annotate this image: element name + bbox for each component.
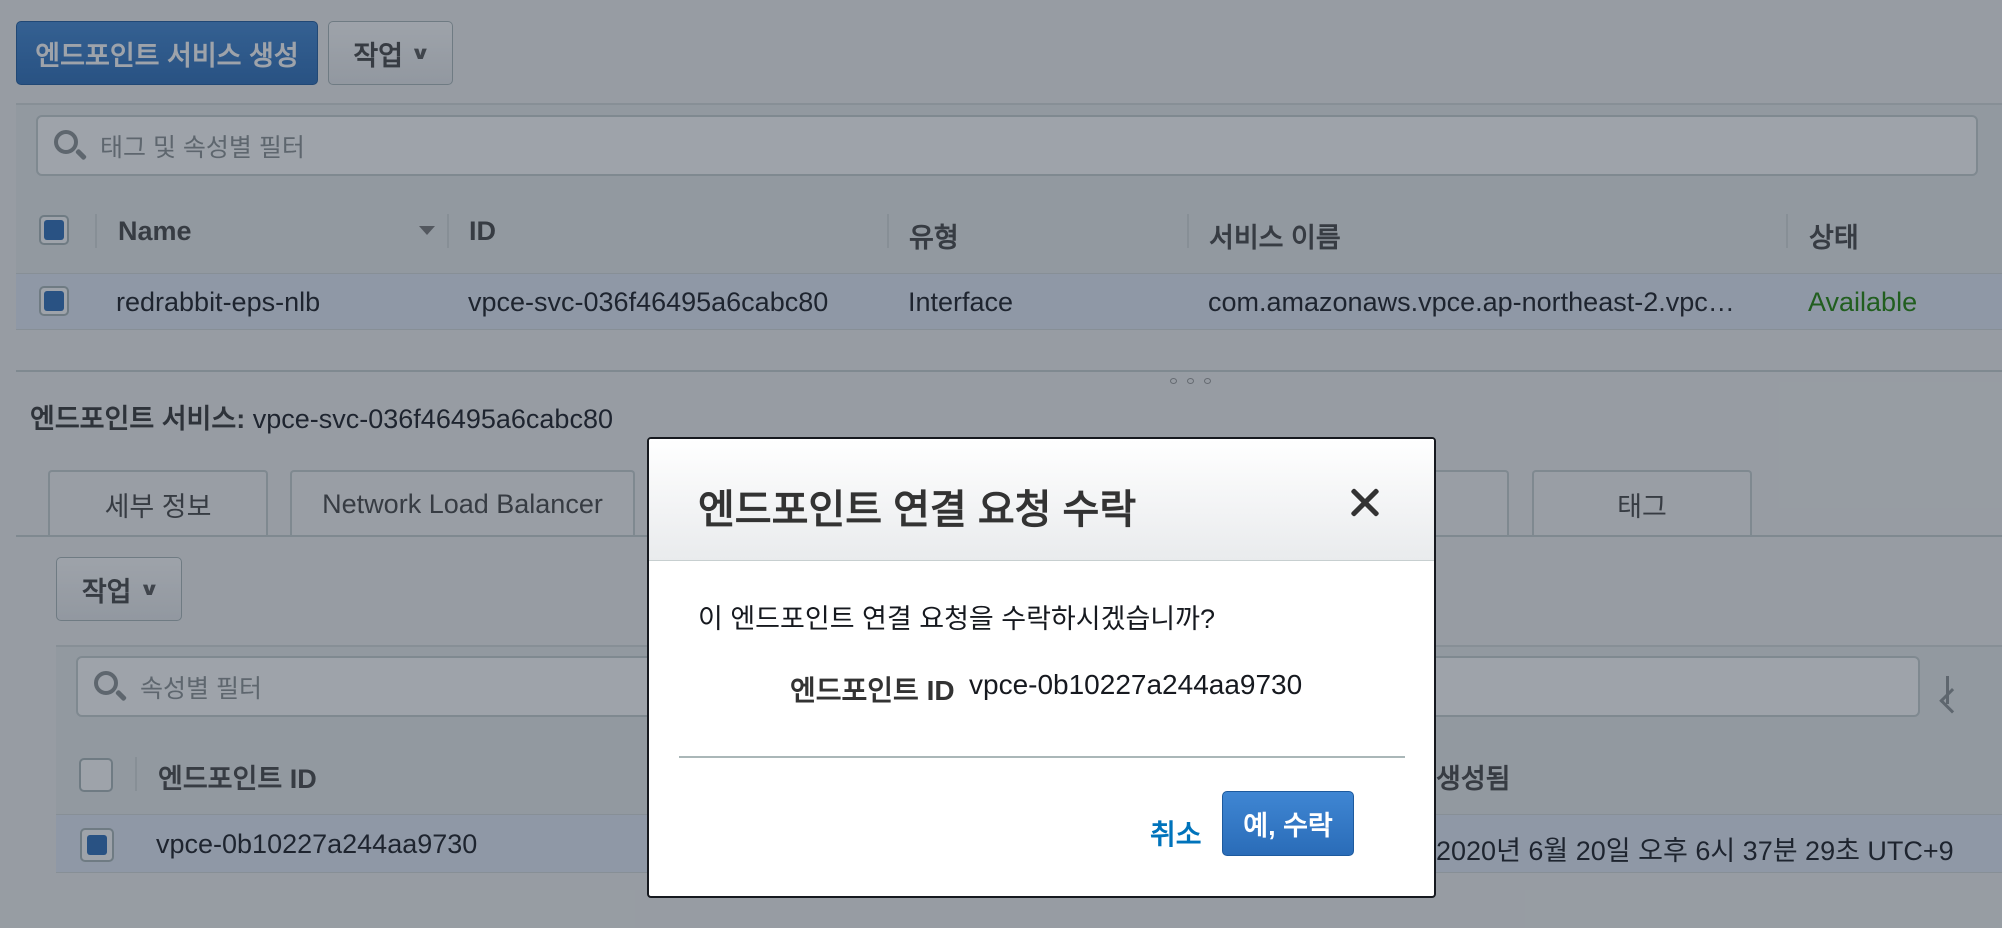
close-icon[interactable] [1345, 483, 1385, 523]
endpoint-id-value: vpce-0b10227a244aa9730 [969, 669, 1303, 700]
accept-connection-dialog: 엔드포인트 연결 요청 수락 이 엔드포인트 연결 요청을 수락하시겠습니까? … [647, 437, 1436, 898]
dialog-question: 이 엔드포인트 연결 요청을 수락하시겠습니까? [698, 604, 1215, 634]
dialog-divider [679, 756, 1405, 758]
cancel-button[interactable]: 취소 [1150, 813, 1202, 853]
endpoint-id-label: 엔드포인트 ID [790, 675, 955, 706]
dialog-title: 엔드포인트 연결 요청 수락 [698, 488, 1137, 532]
dialog-header: 엔드포인트 연결 요청 수락 [649, 439, 1434, 561]
accept-button[interactable]: 예, 수락 [1222, 791, 1354, 856]
